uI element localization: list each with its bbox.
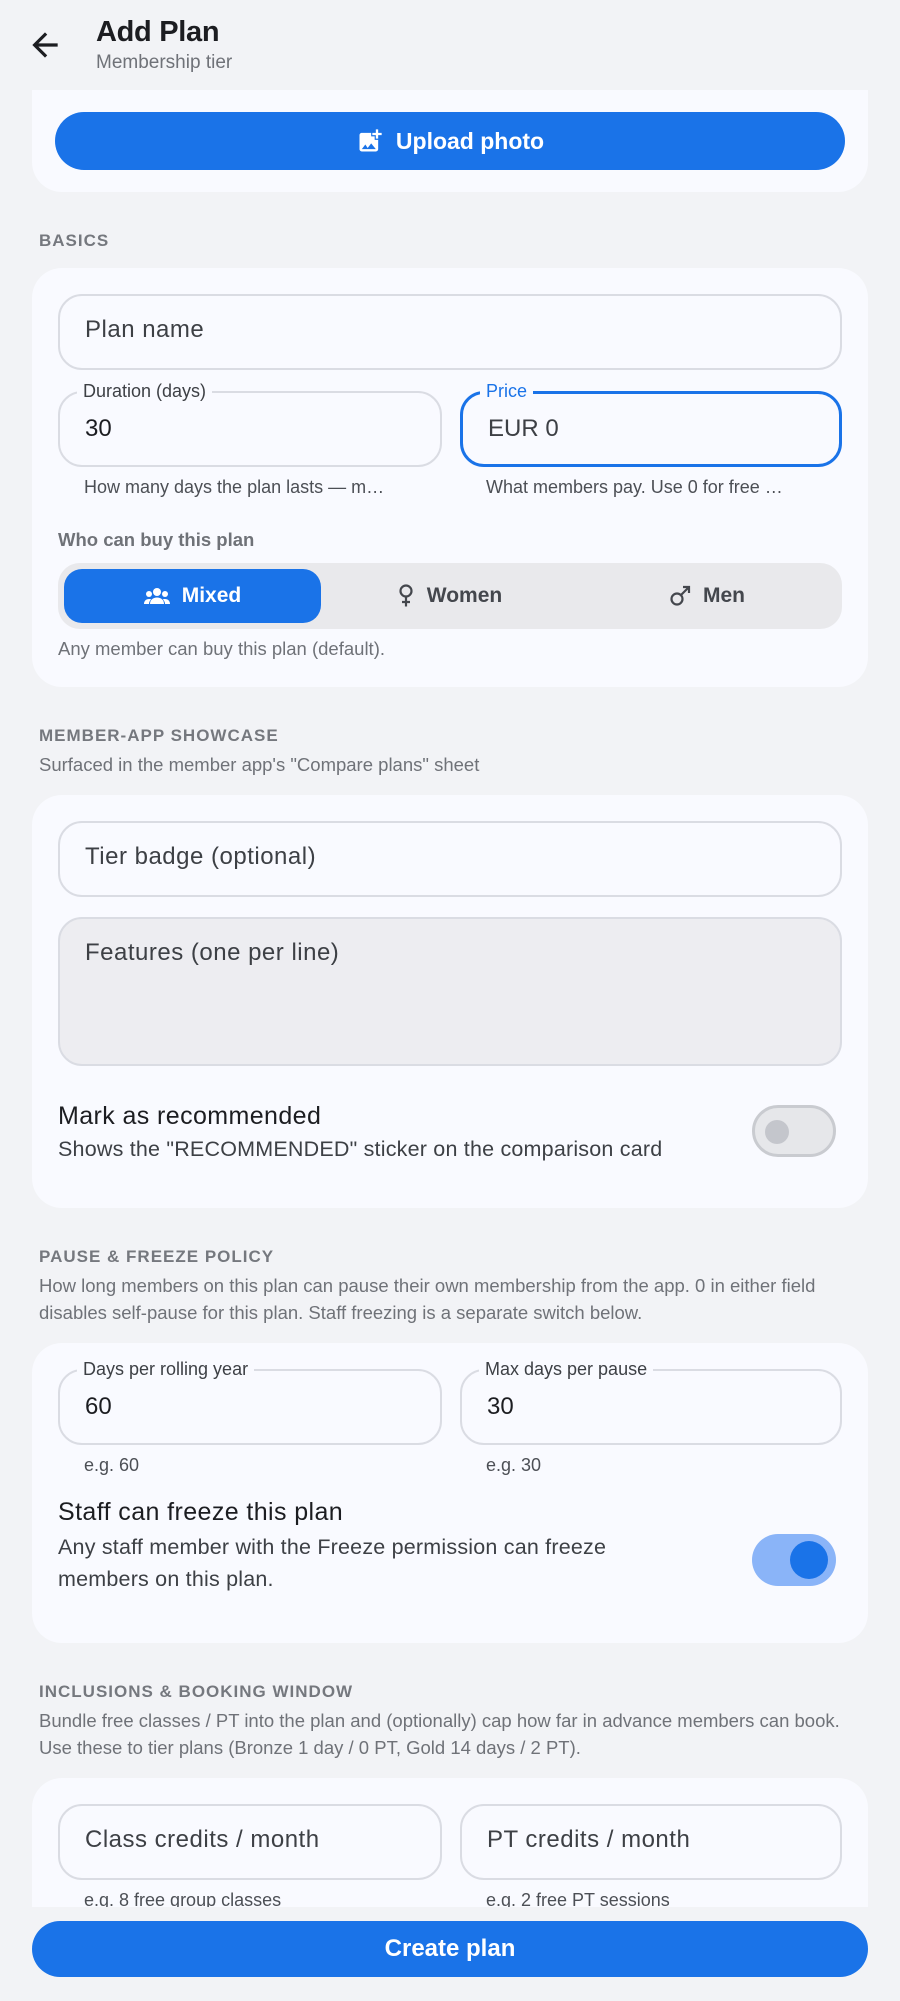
inclusions-description: Bundle free classes / PT into the plan a…	[39, 1710, 840, 1758]
recommended-subtitle: Shows the "RECOMMENDED" sticker on the c…	[58, 1137, 663, 1161]
showcase-card: Tier badge (optional) Features (one per …	[32, 795, 868, 1208]
audience-selector: Mixed Women Men	[58, 563, 842, 629]
arrow-back-icon	[32, 32, 58, 58]
recommended-title: Mark as recommended	[58, 1102, 322, 1130]
duration-helper: How many days the plan lasts — m…	[84, 477, 385, 497]
group-icon	[143, 588, 170, 604]
duration-field[interactable]: Duration (days) 30	[58, 381, 442, 467]
features-field[interactable]: Features (one per line)	[58, 917, 842, 1066]
price-helper: What members pay. Use 0 for free …	[486, 477, 783, 497]
toggle-knob	[790, 1541, 828, 1579]
toggle-knob	[765, 1120, 789, 1144]
class-credits-placeholder: Class credits / month	[85, 1826, 320, 1853]
max-per-pause-label: Max days per pause	[479, 1359, 654, 1380]
app-bar: Add Plan Membership tier	[0, 0, 900, 90]
staff-freeze-toggle[interactable]	[752, 1534, 836, 1586]
audience-option-women[interactable]: Women	[321, 569, 578, 623]
pt-credits-field[interactable]: PT credits / month	[460, 1804, 842, 1880]
inclusions-section-title: INCLUSIONS & BOOKING WINDOW	[39, 1682, 354, 1701]
duration-label: Duration (days)	[77, 381, 213, 402]
tier-badge-field[interactable]: Tier badge (optional)	[58, 821, 842, 897]
days-per-year-helper: e.g. 60	[84, 1455, 140, 1475]
photo-card: Upload photo	[32, 90, 868, 192]
days-per-year-label: Days per rolling year	[77, 1359, 255, 1380]
price-label: Price	[480, 381, 534, 402]
female-icon	[399, 584, 413, 607]
plan-name-field[interactable]: Plan name	[58, 294, 842, 370]
staff-freeze-title: Staff can freeze this plan	[58, 1498, 344, 1526]
audience-label: Who can buy this plan	[58, 529, 255, 550]
showcase-description: Surfaced in the member app's "Compare pl…	[39, 754, 480, 775]
price-value: EUR 0	[488, 415, 559, 442]
upload-photo-button[interactable]: Upload photo	[55, 112, 845, 170]
inclusions-card: Class credits / month PT credits / month…	[32, 1778, 868, 1907]
basics-section-title: BASICS	[39, 231, 110, 250]
basics-card: Plan name Duration (days) 30 Price EUR 0…	[32, 268, 868, 687]
max-per-pause-field[interactable]: Max days per pause 30	[460, 1359, 842, 1445]
pause-description: How long members on this plan can pause …	[39, 1275, 816, 1323]
max-per-pause-helper: e.g. 30	[486, 1455, 542, 1475]
class-credits-field[interactable]: Class credits / month	[58, 1804, 442, 1880]
audience-option-men-label: Men	[703, 584, 745, 607]
staff-freeze-subtitle: Any staff member with the Freeze permiss…	[58, 1535, 607, 1591]
days-per-year-value: 60	[85, 1393, 112, 1420]
page-subtitle: Membership tier	[96, 52, 233, 73]
max-per-pause-value: 30	[487, 1393, 514, 1420]
tier-badge-placeholder: Tier badge (optional)	[85, 843, 317, 870]
page-title: Add Plan	[96, 16, 220, 48]
upload-photo-label: Upload photo	[395, 127, 545, 154]
audience-option-mixed[interactable]: Mixed	[64, 569, 321, 623]
showcase-section-title: MEMBER-APP SHOWCASE	[39, 726, 279, 745]
back-button[interactable]	[26, 26, 64, 64]
pause-card: Days per rolling year 60 Max days per pa…	[32, 1343, 868, 1643]
class-credits-helper: e.g. 8 free group classes	[84, 1890, 282, 1907]
form-scroll[interactable]: Upload photo BASICS Plan name Duration (…	[0, 90, 900, 1907]
create-plan-button[interactable]: Create plan	[32, 1921, 868, 1977]
duration-value: 30	[85, 415, 112, 442]
audience-option-mixed-label: Mixed	[181, 584, 242, 607]
pt-credits-helper: e.g. 2 free PT sessions	[486, 1890, 670, 1907]
recommended-toggle[interactable]	[752, 1105, 836, 1157]
plan-name-placeholder: Plan name	[85, 316, 205, 343]
pt-credits-placeholder: PT credits / month	[487, 1826, 691, 1853]
male-icon	[670, 585, 691, 606]
features-placeholder: Features (one per line)	[85, 939, 340, 966]
audience-option-men[interactable]: Men	[578, 569, 836, 623]
add-photo-icon	[359, 129, 382, 152]
audience-option-women-label: Women	[426, 584, 503, 607]
pause-section-title: PAUSE & FREEZE POLICY	[39, 1247, 275, 1266]
audience-note: Any member can buy this plan (default).	[58, 638, 385, 659]
days-per-year-field[interactable]: Days per rolling year 60	[58, 1359, 442, 1445]
price-field[interactable]: Price EUR 0	[460, 381, 842, 467]
